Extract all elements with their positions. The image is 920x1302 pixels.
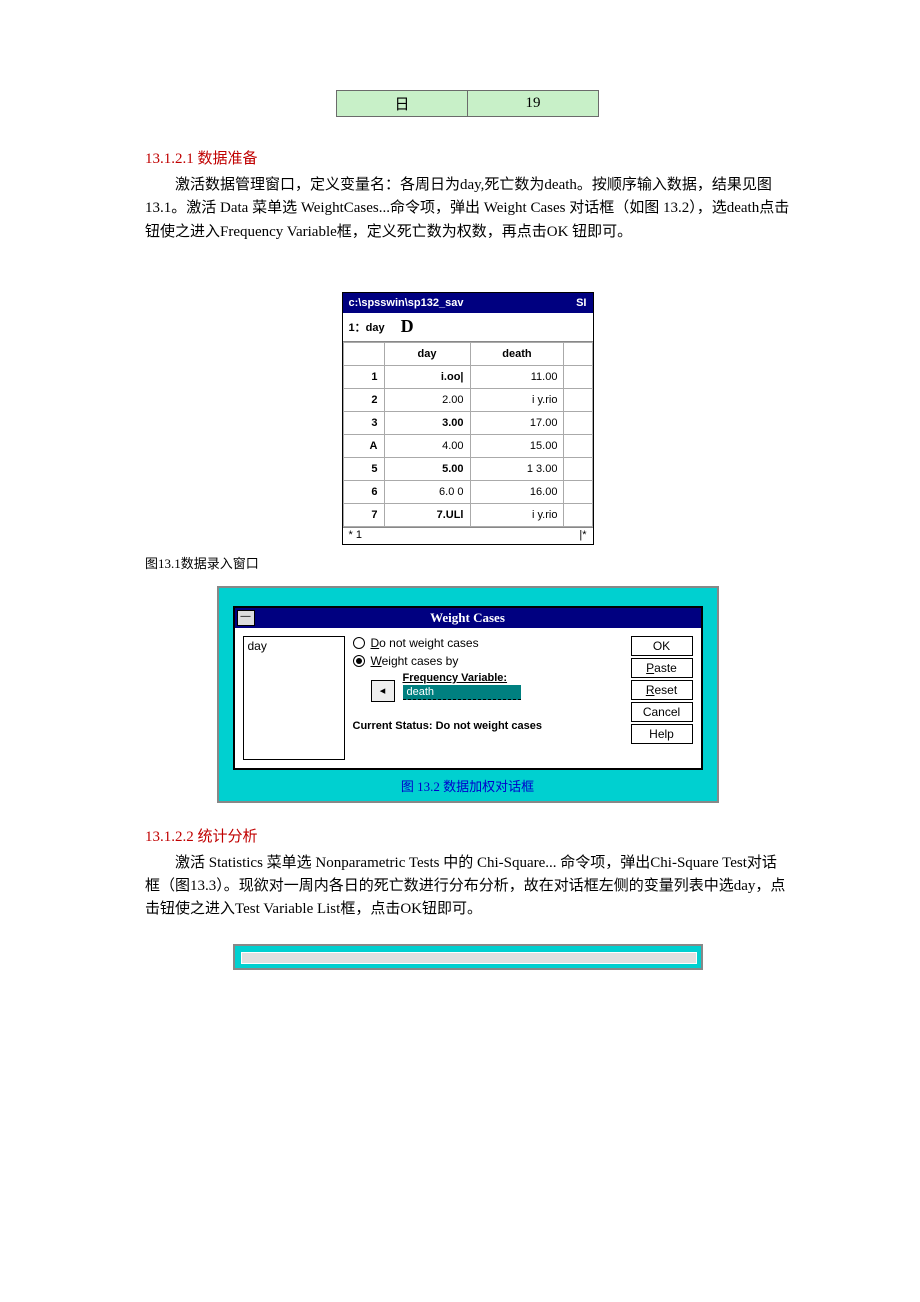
opt-do-not-weight: o not weight cases	[379, 636, 478, 650]
spss-footer: * 1 |*	[343, 527, 593, 544]
row-number: 2	[343, 388, 384, 411]
cell-day[interactable]: 6.0 0	[384, 480, 470, 503]
cell-day[interactable]: i.oo|	[384, 365, 470, 388]
heading-data-prep: 13.1.2.1 数据准备	[145, 147, 790, 168]
bottom-dialog-frame	[233, 944, 703, 970]
table-row: 1i.oo|11.00	[343, 365, 592, 388]
move-variable-button[interactable]: ◂	[371, 680, 395, 702]
cell-death[interactable]: i y.rio	[470, 503, 564, 526]
spss-h3	[564, 342, 592, 365]
opt-weight-by: eight cases by	[382, 654, 459, 668]
spss-path: c:\spsswin\sp132_sav	[349, 297, 464, 309]
dialog-titlebar: — Weight Cases	[235, 608, 701, 628]
cancel-button[interactable]: Cancel	[631, 702, 693, 722]
cell-day[interactable]: 7.ULl	[384, 503, 470, 526]
dialog-title: Weight Cases	[430, 610, 505, 625]
cell-death[interactable]: 17.00	[470, 411, 564, 434]
cell-day[interactable]: 3.00	[384, 411, 470, 434]
system-menu-icon[interactable]: —	[237, 610, 255, 626]
mini-right: 19	[468, 91, 599, 117]
para-stat-analysis: 激活 Statistics 菜单选 Nonparametric Tests 中的…	[145, 852, 790, 922]
spss-h2: death	[470, 342, 564, 365]
current-status-label: Current Status: Do not weight cases	[353, 720, 623, 732]
spss-h0	[343, 342, 384, 365]
cell-blank	[564, 411, 592, 434]
cell-blank	[564, 503, 592, 526]
cell-blank	[564, 480, 592, 503]
cell-blank	[564, 457, 592, 480]
cell-death[interactable]: 15.00	[470, 434, 564, 457]
table-row: 22.00i y.rio	[343, 388, 592, 411]
variable-list[interactable]: day	[243, 636, 345, 760]
table-row: 66.0 016.00	[343, 480, 592, 503]
spss-active-value: D	[401, 316, 414, 337]
table-row: 55.001 3.00	[343, 457, 592, 480]
bottom-dialog-inner	[241, 952, 697, 964]
row-number: 1	[343, 365, 384, 388]
cell-day[interactable]: 5.00	[384, 457, 470, 480]
help-button[interactable]: Help	[631, 724, 693, 744]
spss-titlebar: c:\spsswin\sp132_sav SI	[343, 293, 593, 313]
spss-grid: day death 1i.oo|11.0022.00i y.rio33.0017…	[343, 342, 593, 527]
cell-death[interactable]: i y.rio	[470, 388, 564, 411]
table-row: 33.0017.00	[343, 411, 592, 434]
spss-active-cell: 1：day D	[343, 313, 593, 342]
spss-footer-right: |*	[579, 529, 586, 543]
variable-day[interactable]: day	[248, 639, 267, 653]
radio-do-not-weight[interactable]	[353, 637, 365, 649]
radio-weight-by[interactable]	[353, 655, 365, 667]
spss-h1: day	[384, 342, 470, 365]
para-data-prep: 激活数据管理窗口，定义变量名：各周日为day,死亡数为death。按顺序输入数据…	[145, 174, 790, 244]
cell-death[interactable]: 11.00	[470, 365, 564, 388]
caption-fig-13-1: 图13.1数据录入窗口	[145, 553, 790, 572]
mini-left: 日	[337, 91, 468, 117]
cell-day[interactable]: 4.00	[384, 434, 470, 457]
cell-day[interactable]: 2.00	[384, 388, 470, 411]
cell-death[interactable]: 16.00	[470, 480, 564, 503]
paste-button[interactable]: Paste	[631, 658, 693, 678]
cell-blank	[564, 434, 592, 457]
row-number: 5	[343, 457, 384, 480]
row-number: 3	[343, 411, 384, 434]
cell-blank	[564, 388, 592, 411]
spss-active-label: 1：day	[349, 319, 385, 335]
reset-button[interactable]: Reset	[631, 680, 693, 700]
heading-stat-analysis: 13.1.2.2 统计分析	[145, 825, 790, 846]
row-number: A	[343, 434, 384, 457]
caption-fig-13-2: 图 13.2 数据加权对话框	[233, 770, 703, 799]
spss-footer-left: * 1	[349, 529, 362, 543]
table-row: 77.ULli y.rio	[343, 503, 592, 526]
spss-tag: SI	[576, 297, 586, 309]
mini-table: 日 19	[336, 90, 599, 117]
spss-data-window: c:\spsswin\sp132_sav SI 1：day D day deat…	[342, 292, 594, 545]
ok-button[interactable]: OK	[631, 636, 693, 656]
row-number: 6	[343, 480, 384, 503]
frequency-variable-label: Frequency Variable:	[403, 672, 521, 684]
table-row: A4.0015.00	[343, 434, 592, 457]
row-number: 7	[343, 503, 384, 526]
cell-death[interactable]: 1 3.00	[470, 457, 564, 480]
cell-blank	[564, 365, 592, 388]
weight-cases-dialog-frame: — Weight Cases day Do not weight cases W…	[217, 586, 719, 803]
frequency-variable-value[interactable]: death	[403, 685, 521, 700]
